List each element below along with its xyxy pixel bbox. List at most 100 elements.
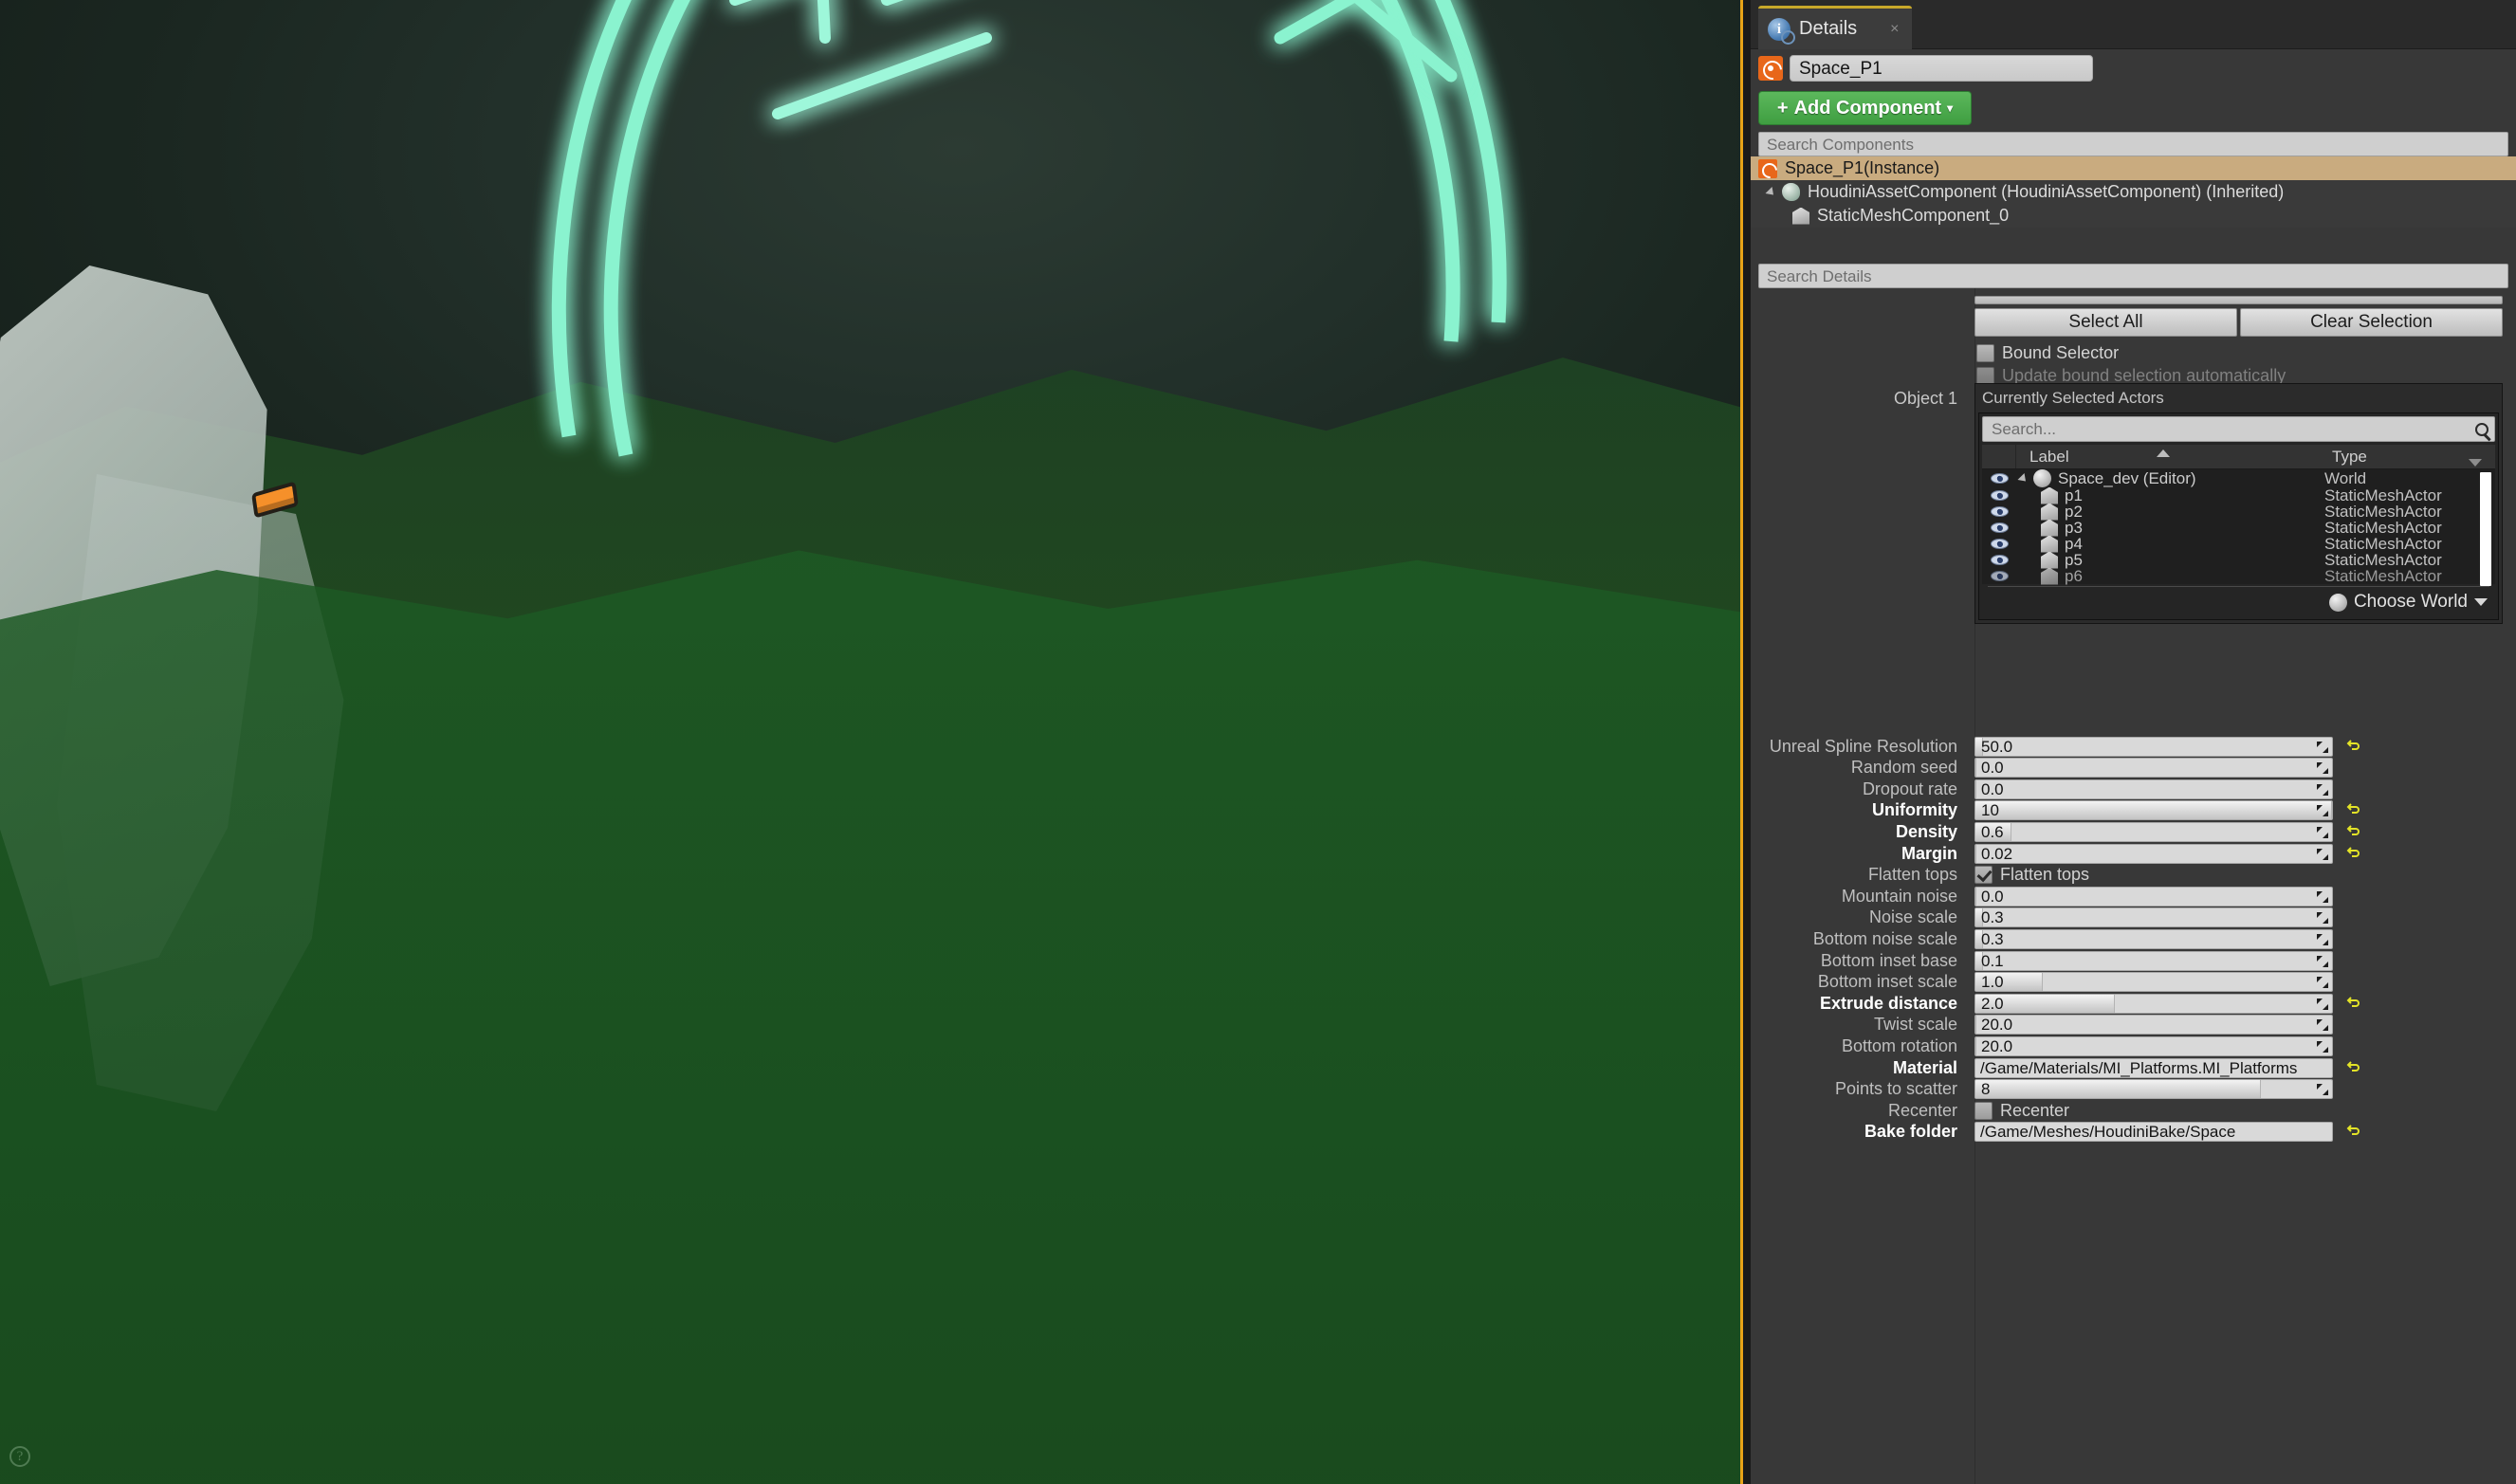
numeric-input[interactable]: 0.0 [1974,886,2333,907]
numeric-input[interactable]: 0.6 [1974,821,2333,842]
eye-icon[interactable] [1990,571,2009,581]
spinner-icon[interactable] [2317,848,2328,860]
eye-icon[interactable] [1990,473,2009,484]
spinner-icon[interactable] [2317,933,2328,945]
table-row[interactable]: p5 StaticMeshActor [1982,551,2495,569]
property-row: Material/Game/Materials/MI_Platforms.MI_… [1751,1057,2516,1078]
actor-list-scrollbar[interactable] [2480,472,2491,586]
spinner-icon[interactable] [2317,1019,2328,1032]
search-components-input[interactable]: Search Components [1758,132,2508,156]
reset-to-default-icon[interactable] [2346,1124,2361,1139]
bound-selector-checkbox[interactable] [1976,344,1994,362]
type-column-text: Type [2332,447,2367,466]
reset-to-default-icon[interactable] [2346,739,2361,754]
static-mesh-icon [2041,503,2058,521]
checkbox-field[interactable]: Flatten tops [1974,865,2089,885]
visibility-cell[interactable] [1982,506,2016,517]
numeric-input[interactable]: 0.02 [1974,843,2333,864]
component-row-instance[interactable]: Space_P1(Instance) [1751,156,2516,180]
eye-icon[interactable] [1990,555,2009,565]
eye-icon[interactable] [1990,539,2009,549]
table-row[interactable]: p2 StaticMeshActor [1982,503,2495,521]
numeric-input[interactable]: 10 [1974,800,2333,821]
numeric-input[interactable]: 0.3 [1974,928,2333,949]
help-icon[interactable]: ? [9,1446,30,1467]
spinner-icon[interactable] [2317,741,2328,753]
spinner-icon[interactable] [2317,762,2328,775]
visibility-cell[interactable] [1982,539,2016,549]
visibility-cell[interactable] [1982,490,2016,501]
table-row[interactable]: p3 StaticMeshActor [1982,519,2495,537]
actor-table-header: Label Type [1982,445,2495,469]
actor-search-input[interactable]: Search... [1982,416,2495,442]
static-mesh-icon [2041,486,2058,504]
spinner-icon[interactable] [2317,826,2328,838]
spinner-icon[interactable] [2317,783,2328,796]
property-row: Margin 0.02 [1751,843,2516,864]
clear-selection-button[interactable]: Clear Selection [2240,308,2503,337]
reset-to-default-icon[interactable] [2346,846,2361,861]
numeric-input[interactable]: 20.0 [1974,1035,2333,1056]
bound-selector-row[interactable]: Bound Selector [1976,343,2119,363]
tab-details[interactable]: i Details × [1758,6,1913,49]
expand-triangle-icon[interactable] [2017,472,2029,485]
numeric-input[interactable]: 8 [1974,1079,2333,1100]
table-row[interactable]: p1 StaticMeshActor [1982,486,2495,504]
spinner-icon[interactable] [2317,912,2328,925]
expand-triangle-icon[interactable] [1765,186,1777,198]
numeric-input[interactable]: 2.0 [1974,993,2333,1014]
visibility-cell[interactable] [1982,571,2016,581]
property-label: Material [1892,1057,1957,1077]
reset-to-default-icon[interactable] [2346,1060,2361,1075]
slider-fill[interactable] [1975,1080,2261,1099]
tab-close-icon[interactable]: × [1890,21,1899,38]
text-input[interactable]: /Game/Meshes/HoudiniBake/Space [1974,1122,2333,1143]
plus-icon: + [1776,97,1789,119]
spinner-icon[interactable] [2317,977,2328,989]
add-component-button[interactable]: + Add Component ▾ [1758,91,1972,125]
numeric-input[interactable]: 50.0 [1974,736,2333,757]
eye-icon[interactable] [1990,506,2009,517]
numeric-input[interactable]: 0.1 [1974,950,2333,971]
select-all-button[interactable]: Select All [1974,308,2237,337]
spinner-icon[interactable] [2317,955,2328,967]
numeric-input[interactable]: 0.0 [1974,758,2333,779]
numeric-value: 0.3 [1981,929,2004,948]
eye-icon[interactable] [1990,490,2009,501]
reset-to-default-icon[interactable] [2346,996,2361,1011]
property-checkbox[interactable] [1974,1101,1993,1120]
spinner-icon[interactable] [2317,998,2328,1010]
type-column-header[interactable]: Type [2324,448,2495,467]
component-row-static-mesh[interactable]: StaticMeshComponent_0 [1751,204,2516,228]
level-viewport[interactable]: ? [0,0,1743,1484]
spinner-icon[interactable] [2317,890,2328,903]
label-column-header[interactable]: Label [2016,448,2324,467]
visibility-cell[interactable] [1982,522,2016,533]
property-checkbox[interactable] [1974,866,1993,885]
spinner-icon[interactable] [2317,1084,2328,1096]
component-row-houdini-asset[interactable]: HoudiniAssetComponent (HoudiniAssetCompo… [1751,180,2516,204]
property-label: Dropout rate [1862,779,1957,798]
numeric-input[interactable]: 0.3 [1974,907,2333,928]
selected-hex-platform[interactable] [0,0,285,142]
actor-name-input[interactable]: Space_P1 [1790,55,2093,82]
component-tree: Space_P1(Instance) HoudiniAssetComponent… [1751,156,2516,228]
search-details-input[interactable]: Search Details [1758,264,2508,288]
table-row[interactable]: p6 StaticMeshActor [1982,567,2495,585]
text-input[interactable]: /Game/Materials/MI_Platforms.MI_Platform… [1974,1057,2333,1078]
reset-to-default-icon[interactable] [2346,824,2361,839]
numeric-input[interactable]: 1.0 [1974,972,2333,993]
spinner-icon[interactable] [2317,1040,2328,1053]
spinner-icon[interactable] [2317,805,2328,817]
visibility-cell[interactable] [1982,555,2016,565]
numeric-input[interactable]: 20.0 [1974,1015,2333,1035]
reset-to-default-icon[interactable] [2346,802,2361,817]
checkbox-field[interactable]: Recenter [1974,1101,2069,1121]
slider-fill[interactable] [1975,801,2332,820]
eye-icon[interactable] [1990,522,2009,533]
numeric-input[interactable]: 0.0 [1974,779,2333,799]
choose-world-button[interactable]: Choose World [1982,587,2495,616]
visibility-cell[interactable] [1982,473,2016,484]
table-row[interactable]: p4 StaticMeshActor [1982,535,2495,553]
table-row[interactable]: Space_dev (Editor) World [1982,469,2495,487]
